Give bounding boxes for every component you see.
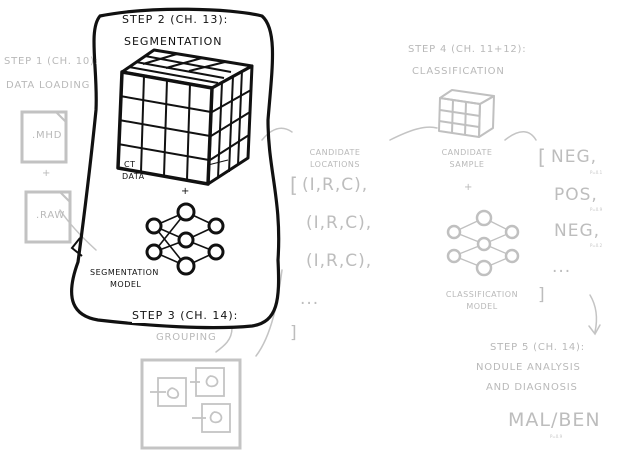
arrow-classification-to-results: [504, 131, 537, 141]
step4-subtitle: CLASSIFICATION: [412, 66, 505, 77]
candidates-ellipsis: ...: [300, 289, 320, 309]
arrow-candidates-to-classification: [389, 126, 438, 141]
classification-model-label-1: CLASSIFICATION: [445, 290, 519, 299]
step3-subtitle: GROUPING: [156, 332, 217, 343]
step4-plus: +: [464, 182, 474, 193]
result-item: NEG,: [554, 221, 601, 241]
results-open-bracket: [: [538, 145, 547, 169]
result-note: P=0.9: [590, 207, 603, 212]
grouping-panel-icon: [140, 358, 242, 450]
result-item: NEG,: [551, 147, 598, 167]
results-close-bracket: ]: [538, 285, 546, 305]
candidate-row: (I,R,C),: [302, 175, 369, 195]
step2-subtitle: SEGMENTATION: [124, 35, 223, 48]
candidates-close-bracket: ]: [290, 323, 298, 343]
result-note: P=0.2: [590, 243, 603, 248]
candidate-row: (I,R,C),: [306, 213, 373, 233]
step2-plus: +: [181, 186, 191, 197]
candidate-row: (I,R,C),: [306, 251, 373, 271]
step5-subtitle-1: NODULE ANALYSIS: [476, 362, 581, 373]
results-ellipsis: ...: [552, 257, 572, 277]
arrow-segment-to-candidates: [261, 127, 293, 141]
ct-data-cube-icon: [116, 48, 254, 186]
step5-subtitle-2: AND DIAGNOSIS: [486, 382, 578, 393]
ct-label-2: DATA: [122, 172, 145, 181]
arrow-segment-to-grouping: [215, 327, 233, 353]
candidate-sample-label-1: CANDIDATE: [441, 148, 493, 157]
step1-title: STEP 1 (CH. 10):: [4, 56, 99, 67]
raw-file-label: .RAW: [36, 210, 66, 221]
step4-title: STEP 4 (CH. 11+12):: [408, 44, 527, 55]
result-item: POS,: [554, 185, 598, 205]
step5-title: STEP 5 (CH. 14):: [490, 342, 585, 353]
mhd-file-label: .MHD: [32, 130, 63, 141]
arrow-load-to-segment: [59, 209, 97, 251]
arrow-results-to-step5: [589, 294, 598, 333]
segmentation-model-label-2: MODEL: [110, 280, 142, 289]
candidate-sample-label-2: SAMPLE: [449, 160, 485, 169]
step1-subtitle: DATA LOADING: [6, 80, 91, 91]
result-note: P=0.1: [590, 170, 603, 175]
step1-plus: +: [42, 168, 52, 179]
diagnosis-output: MAL/BEN: [508, 409, 601, 431]
pipeline-diagram: STEP 1 (CH. 10): DATA LOADING .MHD + .RA…: [0, 0, 628, 455]
segmentation-model-label-1: SEGMENTATION: [90, 268, 159, 277]
candidate-locations-label-2: LOCATIONS: [309, 160, 360, 169]
classification-model-network-icon: [446, 209, 520, 277]
step2-title: STEP 2 (CH. 13):: [122, 13, 229, 26]
ct-label-1: CT: [124, 160, 136, 169]
candidates-open-bracket: [: [290, 173, 299, 197]
candidate-sample-cube-icon: [438, 89, 495, 138]
diagnosis-note: P=0.9: [550, 434, 563, 439]
classification-model-label-2: MODEL: [466, 302, 498, 311]
step3-title: STEP 3 (CH. 14):: [132, 309, 239, 323]
candidate-locations-label-1: CANDIDATE: [309, 148, 361, 157]
segmentation-model-network-icon: [145, 202, 225, 276]
